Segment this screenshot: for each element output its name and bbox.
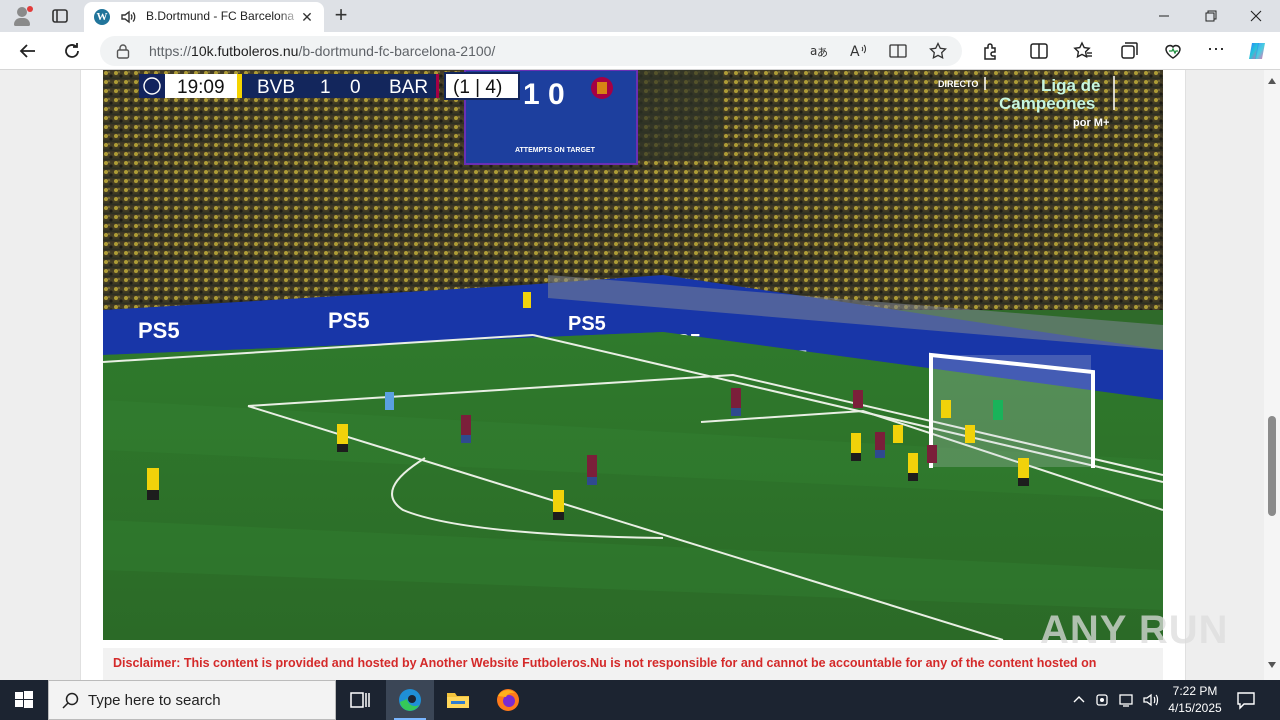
browser-essentials-icon[interactable] bbox=[1162, 40, 1184, 62]
stadium-screen-caption: ATTEMPTS ON TARGET bbox=[515, 147, 596, 154]
search-icon bbox=[62, 692, 79, 709]
settings-more-icon[interactable]: ⋯ bbox=[1205, 40, 1227, 62]
live-label: DIRECTO bbox=[938, 79, 978, 89]
tray-overflow-icon[interactable] bbox=[1069, 690, 1089, 710]
favorites-icon[interactable] bbox=[1072, 40, 1094, 62]
disclaimer-text: Disclaimer: This content is provided and… bbox=[103, 648, 1163, 680]
svg-text:PS5: PS5 bbox=[328, 308, 370, 333]
tab-actions-icon[interactable] bbox=[50, 6, 70, 26]
anyrun-watermark: ANY RUN bbox=[1040, 608, 1229, 652]
web-page: 1 0 ATTEMPTS ON TARGET PS5 PS5 PS5 PS5 P… bbox=[0, 70, 1264, 680]
svg-text:PS5: PS5 bbox=[568, 313, 606, 335]
svg-text:あ: あ bbox=[817, 46, 828, 59]
away-team: BAR bbox=[389, 77, 428, 98]
navigation-bar: https://10k.futboleros.nu/b-dortmund-fc-… bbox=[0, 32, 1280, 70]
meet-now-icon[interactable] bbox=[1093, 690, 1113, 710]
profile-icon[interactable] bbox=[10, 4, 34, 28]
search-placeholder: Type here to search bbox=[88, 692, 221, 709]
copilot-icon[interactable] bbox=[1246, 40, 1268, 62]
speaker-icon[interactable] bbox=[119, 8, 137, 26]
broadcast-title-2: Campeones bbox=[999, 94, 1095, 113]
home-team: BVB bbox=[257, 77, 295, 98]
scroll-down-icon[interactable] bbox=[1268, 662, 1276, 668]
page-scrollbar[interactable] bbox=[1264, 70, 1280, 680]
taskbar-clock[interactable]: 7:22 PM 4/15/2025 bbox=[1160, 683, 1230, 717]
wordpress-icon: W bbox=[94, 9, 110, 25]
close-window-button[interactable] bbox=[1233, 0, 1279, 32]
broadcast-channel: por M+ bbox=[1073, 117, 1109, 129]
clock-time: 7:22 PM bbox=[1172, 684, 1218, 698]
browser-tab-active[interactable]: W B.Dortmund - FC Barcelona ✕ bbox=[84, 2, 324, 32]
taskbar-search-box[interactable]: Type here to search bbox=[48, 680, 336, 720]
match-video-frame: 1 0 ATTEMPTS ON TARGET PS5 PS5 PS5 PS5 P… bbox=[103, 70, 1163, 640]
tv-scoreboard: 19:09 BVB 1 0 BAR (1 | 4) bbox=[139, 72, 520, 100]
scroll-thumb[interactable] bbox=[1268, 416, 1276, 516]
video-player[interactable]: 1 0 ATTEMPTS ON TARGET PS5 PS5 PS5 PS5 P… bbox=[103, 70, 1163, 640]
network-icon[interactable] bbox=[1117, 690, 1137, 710]
svg-text:PS5: PS5 bbox=[138, 318, 180, 343]
immersive-reader-icon[interactable] bbox=[888, 41, 908, 61]
edge-taskbar-icon[interactable] bbox=[386, 680, 434, 720]
away-score: 0 bbox=[350, 77, 361, 98]
broadcast-title-1: Liga de bbox=[1041, 76, 1101, 95]
scroll-up-icon[interactable] bbox=[1268, 78, 1276, 84]
lock-icon[interactable] bbox=[116, 43, 130, 59]
split-screen-icon[interactable] bbox=[1028, 40, 1050, 62]
minimize-button[interactable] bbox=[1141, 0, 1187, 32]
back-icon[interactable] bbox=[17, 40, 39, 62]
collections-icon[interactable] bbox=[1118, 40, 1140, 62]
match-clock: 19:09 bbox=[177, 77, 225, 98]
refresh-icon[interactable] bbox=[61, 40, 83, 62]
url-text[interactable]: https://10k.futboleros.nu/b-dortmund-fc-… bbox=[149, 43, 495, 59]
firefox-icon[interactable] bbox=[484, 680, 532, 720]
clock-date: 4/15/2025 bbox=[1168, 701, 1222, 715]
svg-text:A: A bbox=[850, 44, 860, 60]
restore-button[interactable] bbox=[1187, 0, 1233, 32]
close-tab-icon[interactable]: ✕ bbox=[298, 8, 316, 26]
goal-net bbox=[929, 352, 1095, 468]
task-view-icon[interactable] bbox=[336, 680, 384, 720]
notifications-icon[interactable] bbox=[1234, 688, 1258, 712]
aggregate-score: (1 | 4) bbox=[453, 77, 502, 98]
address-bar[interactable]: https://10k.futboleros.nu/b-dortmund-fc-… bbox=[100, 36, 962, 66]
volume-icon[interactable] bbox=[1141, 690, 1161, 710]
tab-strip: W B.Dortmund - FC Barcelona ✕ + bbox=[0, 0, 1280, 32]
favorite-star-icon[interactable] bbox=[928, 41, 948, 61]
stadium-screen-score: 1 0 bbox=[523, 78, 565, 111]
extensions-icon[interactable] bbox=[980, 40, 1002, 62]
home-score: 1 bbox=[320, 77, 331, 98]
new-tab-button[interactable]: + bbox=[330, 4, 352, 27]
windows-start-icon[interactable] bbox=[0, 680, 48, 720]
file-explorer-icon[interactable] bbox=[434, 680, 482, 720]
tab-title: B.Dortmund - FC Barcelona bbox=[146, 9, 295, 23]
translate-icon[interactable]: aあ bbox=[808, 41, 828, 61]
read-aloud-icon[interactable]: A bbox=[848, 41, 868, 61]
windows-taskbar: Type here to search 7:22 PM 4/15/2025 bbox=[0, 680, 1280, 720]
